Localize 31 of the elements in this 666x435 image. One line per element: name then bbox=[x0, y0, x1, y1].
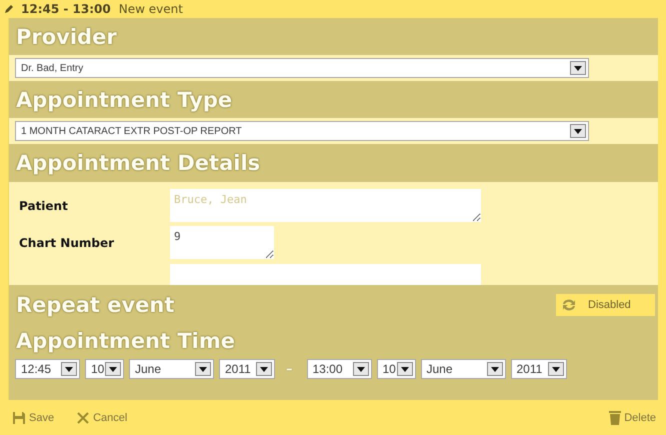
dropdown[interactable]: 13:00 bbox=[306, 359, 372, 379]
event-time: 12:45 - 13:00 bbox=[21, 2, 111, 16]
field-label: Chart Number bbox=[19, 236, 116, 250]
patient-field[interactable]: Bruce, Jean bbox=[170, 189, 481, 222]
cancel-button[interactable]: Cancel bbox=[76, 410, 128, 424]
dropdown[interactable]: 12:45 bbox=[15, 359, 80, 379]
input-field[interactable] bbox=[170, 264, 481, 285]
delete-button[interactable]: Delete bbox=[609, 410, 656, 425]
event-title: New event bbox=[118, 2, 183, 16]
chart-number-field[interactable]: 9 bbox=[170, 226, 274, 260]
trash-icon bbox=[609, 410, 622, 425]
dropdown[interactable]: June bbox=[129, 359, 214, 379]
section-heading: Appointment Time bbox=[15, 328, 236, 355]
field-label: Patient bbox=[19, 198, 69, 213]
range-dash: – bbox=[286, 362, 292, 376]
section-heading: Appointment Type bbox=[15, 86, 234, 114]
section-heading: Repeat event bbox=[15, 292, 176, 319]
dropdown[interactable]: 10 bbox=[376, 359, 416, 379]
save-button[interactable]: Save bbox=[12, 410, 54, 424]
dropdown[interactable]: June bbox=[420, 359, 506, 379]
dropdown[interactable]: 2011 bbox=[510, 359, 566, 379]
pencil-icon bbox=[4, 4, 13, 14]
dropdown[interactable]: 10 bbox=[85, 359, 124, 379]
section-heading: Provider bbox=[15, 24, 118, 50]
repeat-toggle[interactable]: Disabled bbox=[556, 294, 655, 316]
appointment-type-dropdown[interactable]: 1 MONTH CATARACT EXTR POST-OP REPORT bbox=[15, 121, 589, 141]
section-heading: Appointment Details bbox=[15, 150, 262, 177]
close-icon bbox=[76, 410, 90, 424]
provider-dropdown[interactable]: Dr. Bad, Entry bbox=[15, 58, 589, 78]
repeat-icon bbox=[560, 297, 578, 313]
dropdown[interactable]: 2011 bbox=[219, 359, 275, 379]
